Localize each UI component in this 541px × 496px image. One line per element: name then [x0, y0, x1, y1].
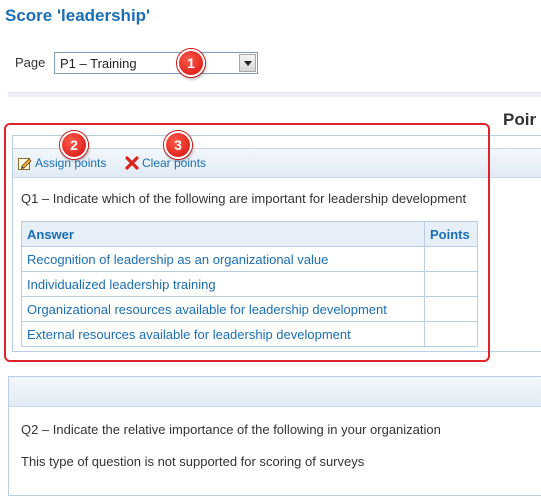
question-toolbar [9, 377, 541, 407]
section-heading: Poir [503, 110, 537, 129]
page-select[interactable]: P1 – Training [54, 52, 258, 74]
callout-badge-2: 2 [60, 131, 88, 159]
page-title: Score 'leadership' [5, 6, 151, 25]
callout-badge-3: 3 [164, 131, 192, 159]
unsupported-note: This type of question is not supported f… [21, 454, 365, 469]
section-divider [8, 92, 541, 97]
chevron-down-icon[interactable] [239, 54, 256, 72]
question-text-q2: Q2 – Indicate the relative importance of… [21, 422, 441, 437]
page-select-value: P1 – Training [60, 56, 137, 71]
highlight-frame [4, 123, 490, 362]
page-selector-label: Page [15, 55, 46, 70]
callout-badge-1: 1 [177, 49, 205, 77]
question-panel-q2: Q2 – Indicate the relative importance of… [8, 376, 541, 496]
